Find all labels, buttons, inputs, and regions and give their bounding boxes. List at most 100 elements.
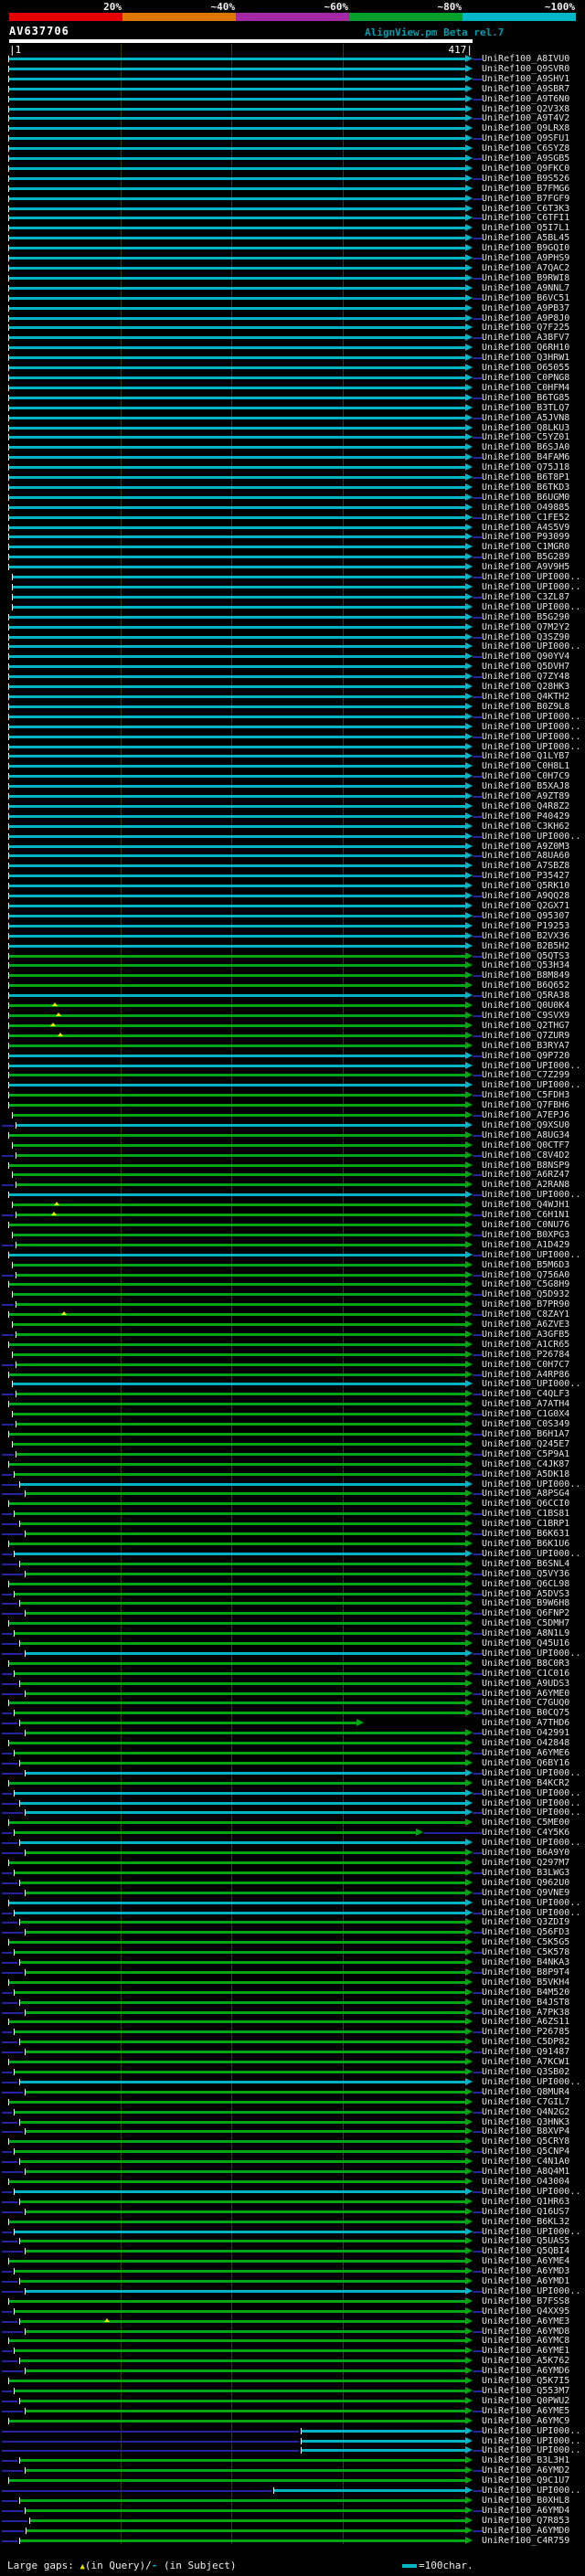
scale-segment	[236, 13, 349, 21]
right-overhang-line	[473, 776, 482, 779]
hit-label: UniRef100_A6ZS11	[482, 2017, 570, 2028]
hit-bar	[9, 157, 465, 161]
hit-bar	[9, 196, 465, 200]
right-overhang-line	[473, 855, 482, 858]
hit-label: UniRef100_UPI000..	[482, 1190, 581, 1201]
right-overhang-line	[473, 2509, 482, 2512]
hit-arrow-icon	[465, 1768, 473, 1776]
hit-arrow-icon	[465, 1250, 473, 1258]
hit-arrow-icon	[465, 94, 473, 102]
hit-label: UniRef100_C5K578	[482, 1947, 570, 1958]
hit-bar	[9, 635, 465, 639]
hit-bar	[9, 914, 465, 917]
hit-bar	[9, 356, 465, 360]
left-overhang-line	[2, 1733, 23, 1735]
hit-bar	[9, 974, 465, 978]
left-overhang-line	[2, 1712, 12, 1715]
hit-arrow-icon	[465, 1002, 473, 1010]
right-overhang-line	[473, 1852, 482, 1855]
hit-bar	[20, 2498, 465, 2502]
right-overhang-line	[473, 1333, 482, 1336]
hit-label: UniRef100_B7FSS8	[482, 2295, 570, 2306]
hit-label: UniRef100_A6YMD1	[482, 2276, 570, 2287]
hit-bar	[9, 137, 465, 141]
hit-arrow-icon	[465, 2516, 473, 2524]
hit-label: UniRef100_A6YMD4	[482, 2505, 570, 2516]
hit-label: UniRef100_Q7R853	[482, 2515, 570, 2526]
hit-bar	[9, 386, 465, 389]
hit-arrow-icon	[465, 2277, 473, 2285]
hit-bar	[16, 1153, 465, 1157]
hit-arrow-icon	[465, 902, 473, 909]
hit-bar	[13, 1442, 465, 1446]
left-overhang-line	[2, 1563, 17, 1565]
right-overhang-line	[473, 955, 482, 958]
hit-arrow-icon	[465, 164, 473, 172]
hit-label: UniRef100_UPI000..	[482, 1807, 581, 1818]
right-overhang-line	[473, 1991, 482, 1994]
hit-bar	[9, 515, 465, 519]
left-overhang-line	[2, 2509, 23, 2512]
right-overhang-line	[473, 756, 482, 758]
right-overhang-line	[473, 177, 482, 180]
query-gap-icon	[52, 1002, 58, 1007]
hit-label: UniRef100_Q91487	[482, 2047, 570, 2058]
hit-arrow-icon	[465, 114, 473, 122]
hit-arrow-icon	[465, 104, 473, 112]
right-overhang-line	[473, 1075, 482, 1077]
hit-bar	[20, 2459, 465, 2463]
hit-arrow-icon	[416, 1829, 423, 1837]
hit-bar	[15, 1512, 465, 1516]
hit-arrow-icon	[465, 393, 473, 401]
hit-bar	[9, 556, 465, 559]
hit-bar	[9, 735, 465, 738]
hit-bar	[9, 1283, 465, 1287]
right-overhang-line	[473, 2171, 482, 2174]
hit-arrow-icon	[465, 1150, 473, 1159]
hit-bar	[9, 406, 465, 409]
left-overhang-line	[2, 1871, 12, 1874]
large-gaps-legend: Large gaps: ▲(in Query)/- (in Subject)	[7, 2560, 236, 2571]
hit-label: UniRef100_C8ZAY1	[482, 1309, 570, 1320]
hit-bar	[9, 645, 465, 649]
hit-arrow-icon	[465, 2466, 473, 2475]
hit-arrow-icon	[465, 1459, 473, 1468]
hit-label: UniRef100_UPI000..	[482, 1548, 581, 1559]
hit-label: UniRef100_UPI000..	[482, 2425, 581, 2436]
hit-arrow-icon	[465, 2377, 473, 2385]
hit-label: UniRef100_B3L3H1	[482, 2455, 570, 2466]
hit-label: UniRef100_B9GQI0	[482, 243, 570, 254]
right-overhang-line	[473, 1414, 482, 1416]
hit-arrow-icon	[465, 782, 473, 790]
right-overhang-line	[473, 337, 482, 340]
hit-label: UniRef100_B9RWI8	[482, 272, 570, 283]
right-overhang-line	[473, 1473, 482, 1476]
hit-bar	[9, 715, 465, 718]
right-overhang-line	[473, 1453, 482, 1456]
hit-bar	[9, 994, 465, 998]
hit-arrow-icon	[465, 2168, 473, 2176]
left-overhang-line	[2, 2290, 23, 2293]
hit-label: UniRef100_B5G290	[482, 611, 570, 622]
hit-bar	[20, 1642, 465, 1646]
hit-arrow-icon	[465, 941, 473, 949]
right-overhang-line	[473, 2470, 482, 2473]
hit-bar	[20, 1921, 465, 1924]
hit-label: UniRef100_C7GUQ0	[482, 1698, 570, 1709]
hit-arrow-icon	[465, 1559, 473, 1567]
hit-label: UniRef100_UPI000..	[482, 1897, 581, 1908]
left-overhang-line	[2, 2251, 23, 2253]
hit-label: UniRef100_Q4KTH2	[482, 691, 570, 702]
hit-label: UniRef100_C5DP82	[482, 2037, 570, 2048]
hit-bar	[15, 1712, 465, 1715]
hit-bar	[9, 1054, 465, 1057]
left-overhang-line	[2, 2121, 17, 2124]
hit-bar	[16, 1362, 465, 1366]
hit-arrow-icon	[465, 683, 473, 691]
hit-arrow-icon	[465, 2227, 473, 2235]
hit-arrow-icon	[465, 1280, 473, 1288]
right-overhang-line	[473, 1254, 482, 1256]
hit-bar	[9, 207, 465, 210]
scale-segment	[463, 13, 576, 21]
hit-bar	[9, 795, 465, 799]
